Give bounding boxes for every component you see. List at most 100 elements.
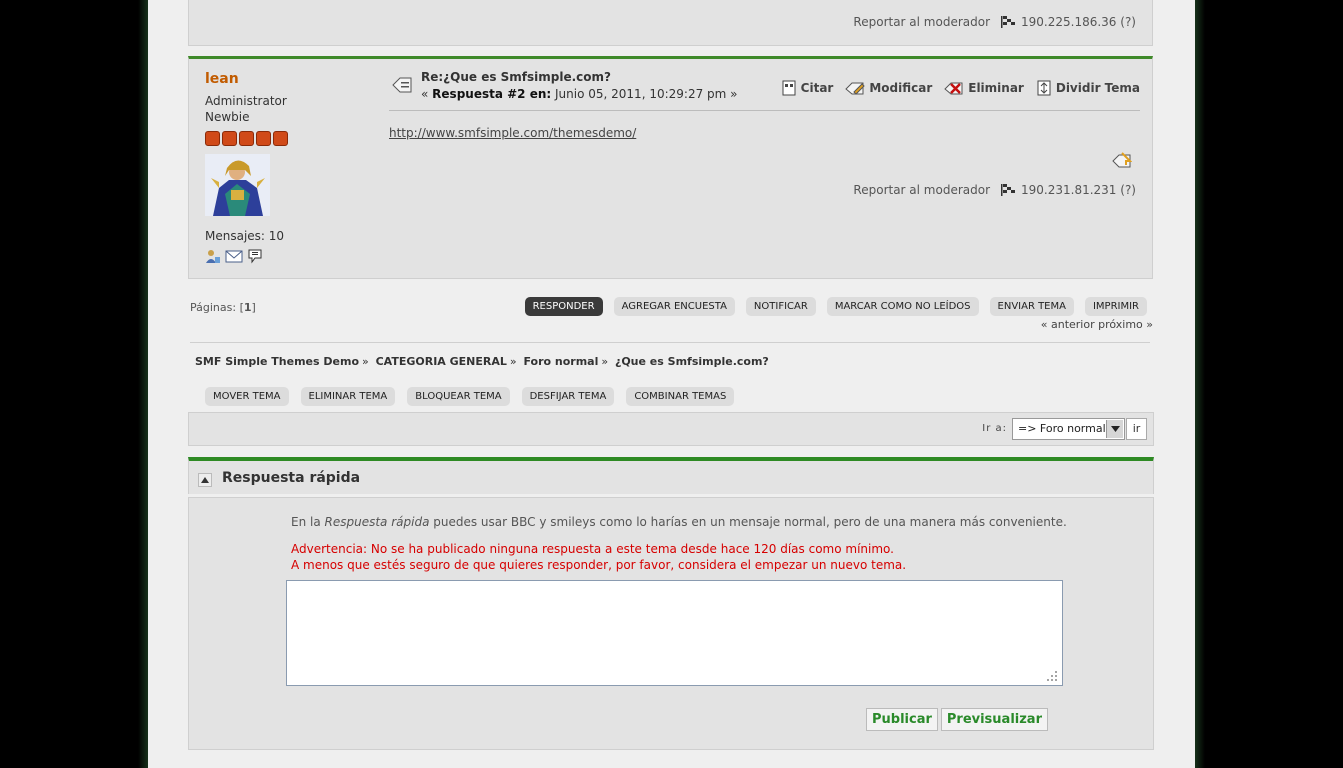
post-body-link[interactable]: http://www.smfsimple.com/themesdemo/ <box>389 126 636 140</box>
poster-info: lean Administrator Newbie Mensajes: 10 <box>205 71 375 264</box>
ip-info: 190.225.186.36 (?) <box>1000 15 1136 29</box>
collapse-toggle-icon[interactable] <box>198 473 212 487</box>
merge-topics-button[interactable]: COMBINAR TEMAS <box>626 387 735 406</box>
rank-star-icon <box>205 131 220 146</box>
quick-reply-buttons: Publicar Previsualizar <box>865 708 1048 731</box>
warning-line-1: Advertencia: No se ha publicado ninguna … <box>291 542 894 556</box>
quick-reply-title: Respuesta rápida <box>222 470 361 486</box>
lock-topic-button[interactable]: BLOQUEAR TEMA <box>407 387 510 406</box>
add-poll-button[interactable]: AGREGAR ENCUESTA <box>613 297 735 316</box>
rank-star-icon <box>256 131 271 146</box>
pagination-label: Páginas: [ <box>190 301 244 314</box>
quick-reply-textarea[interactable] <box>286 580 1063 686</box>
modify-label: Modificar <box>869 81 933 95</box>
personal-message-icon[interactable] <box>247 248 263 264</box>
breadcrumb-separator: » <box>601 355 609 368</box>
topic-buttons: RESPONDER AGREGAR ENCUESTA NOTIFICAR MAR… <box>524 297 1147 316</box>
quick-reply-intro: En la Respuesta rápida puedes usar BBC y… <box>291 515 1067 529</box>
delete-label: Eliminar <box>968 81 1024 95</box>
reply-number: Respuesta #2 en: <box>432 87 552 101</box>
breadcrumb-separator: » <box>509 355 517 368</box>
notify-button[interactable]: NOTIFICAR <box>745 297 816 316</box>
jump-to-bar: Ir a: => Foro normal ir <box>188 412 1154 446</box>
dropdown-arrow-icon <box>1106 420 1123 438</box>
quick-reply-header: Respuesta rápida <box>188 457 1154 494</box>
intro-text-rest: puedes usar BBC y smileys como lo harías… <box>429 515 1067 529</box>
jump-to-selected: => Foro normal <box>1018 422 1106 435</box>
delete-topic-button[interactable]: ELIMINAR TEMA <box>300 387 396 406</box>
poster-group: Administrator <box>205 94 287 108</box>
mark-unread-button[interactable]: MARCAR COMO NO LEÍDOS <box>826 297 979 316</box>
print-button[interactable]: IMPRIMIR <box>1084 297 1147 316</box>
poster-icons <box>205 248 375 264</box>
quote-button[interactable]: Citar <box>781 80 834 96</box>
post-subject-block: Re:¿Que es Smfsimple.com? « Respuesta #2… <box>421 70 738 101</box>
rank-star-icon <box>273 131 288 146</box>
send-topic-button[interactable]: ENVIAR TEMA <box>989 297 1074 316</box>
quick-reply-body: En la Respuesta rápida puedes usar BBC y… <box>188 497 1154 750</box>
unsticky-topic-button[interactable]: DESFIJAR TEMA <box>521 387 615 406</box>
poster-rank: Newbie <box>205 110 250 124</box>
preview-button[interactable]: Previsualizar <box>940 708 1048 731</box>
email-icon[interactable] <box>225 248 243 264</box>
current-page[interactable]: 1 <box>244 301 252 314</box>
modify-icon <box>845 82 866 95</box>
ip-flag-icon <box>1001 184 1016 196</box>
previous-post-mod-line: Reportar al moderador 190.225.186.36 (?) <box>853 15 1136 29</box>
pagination-close: ] <box>251 301 256 314</box>
jump-to-label: Ir a: <box>982 423 1007 434</box>
report-post-icon[interactable] <box>1112 151 1132 169</box>
post-header: Re:¿Que es Smfsimple.com? « Respuesta #2… <box>389 70 1140 111</box>
delete-button[interactable]: Eliminar <box>944 80 1024 96</box>
ip-address[interactable]: 190.231.81.231 (?) <box>1021 183 1136 197</box>
breadcrumb-separator: » <box>362 355 369 368</box>
prev-next-links[interactable]: « anterior próximo » <box>1041 318 1153 331</box>
reply-prefix: « <box>421 87 429 101</box>
breadcrumb-topic[interactable]: ¿Que es Smfsimple.com? <box>615 355 769 368</box>
poster-name[interactable]: lean <box>205 71 375 87</box>
post-subject[interactable]: Re:¿Que es Smfsimple.com? <box>421 70 738 84</box>
resize-grip-icon[interactable] <box>1046 670 1058 682</box>
intro-emphasis: Respuesta rápida <box>324 515 430 529</box>
reply-button[interactable]: RESPONDER <box>524 297 603 316</box>
split-icon <box>1037 80 1051 96</box>
reply-date: Junio 05, 2011, 10:29:27 pm » <box>555 87 738 101</box>
profile-icon[interactable] <box>205 248 221 264</box>
rank-stars <box>205 131 375 146</box>
right-edge-glow <box>1195 0 1205 768</box>
ip-info: 190.231.81.231 (?) <box>1000 183 1136 197</box>
report-moderator-link[interactable]: Reportar al moderador <box>853 15 990 29</box>
split-topic-button[interactable]: Dividir Tema <box>1036 80 1140 96</box>
publish-button[interactable]: Publicar <box>865 708 938 731</box>
post-actions: Citar Modificar Eliminar Dividir Tema <box>781 80 1140 96</box>
report-moderator-link[interactable]: Reportar al moderador <box>853 183 990 197</box>
forum-page: Reportar al moderador 190.225.186.36 (?)… <box>148 0 1195 768</box>
quick-reply-warning: Advertencia: No se ha publicado ninguna … <box>291 541 906 573</box>
jump-to-select[interactable]: => Foro normal <box>1012 418 1125 440</box>
split-label: Dividir Tema <box>1055 81 1140 95</box>
ip-flag-icon <box>1001 16 1016 28</box>
move-topic-button[interactable]: MOVER TEMA <box>205 387 289 406</box>
moderation-buttons: MOVER TEMA ELIMINAR TEMA BLOQUEAR TEMA D… <box>205 387 735 406</box>
poster-post-count: Mensajes: 10 <box>205 229 285 243</box>
divider <box>190 342 1150 343</box>
breadcrumb-category[interactable]: CATEGORIA GENERAL <box>376 355 507 368</box>
post-reply-2: lean Administrator Newbie Mensajes: 10 R… <box>188 56 1153 279</box>
avatar <box>205 154 270 216</box>
jump-go-button[interactable]: ir <box>1126 418 1147 440</box>
rank-star-icon <box>239 131 254 146</box>
previous-post: Reportar al moderador 190.225.186.36 (?) <box>188 0 1153 46</box>
pagination: Páginas: [1] <box>190 301 256 314</box>
quote-label: Citar <box>800 81 834 95</box>
quote-icon <box>782 80 796 96</box>
intro-text: En la <box>291 515 325 529</box>
breadcrumb-board[interactable]: Foro normal <box>523 355 598 368</box>
post-body: http://www.smfsimple.com/themesdemo/ <box>389 126 636 140</box>
breadcrumb-forum[interactable]: SMF Simple Themes Demo <box>195 355 359 368</box>
modify-button[interactable]: Modificar <box>845 80 932 96</box>
ip-address[interactable]: 190.225.186.36 (?) <box>1021 15 1136 29</box>
rank-star-icon <box>222 131 237 146</box>
left-edge-glow <box>138 0 148 768</box>
delete-icon <box>944 82 963 95</box>
warning-line-2: A menos que estés seguro de que quieres … <box>291 558 907 572</box>
